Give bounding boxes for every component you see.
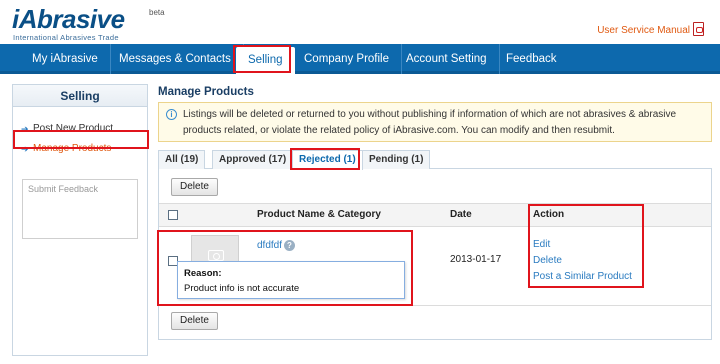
product-tabs: All (19) Approved (17) Rejected (1) Pend… (158, 150, 712, 170)
user-service-manual-link[interactable]: User Service Manual (597, 25, 690, 36)
sidebar-item-label: Post New Product (33, 123, 114, 134)
submit-feedback-box[interactable]: Submit Feedback (22, 179, 138, 239)
rejection-reason-tooltip: Reason: Product info is not accurate (177, 261, 405, 299)
reason-text: Product info is not accurate (184, 283, 300, 294)
notice-banner: i Listings will be deleted or returned t… (158, 102, 712, 142)
edit-link[interactable]: Edit (533, 239, 550, 250)
nav-company-profile[interactable]: Company Profile (292, 44, 403, 74)
sidebar-item-manage-products[interactable]: ➔ Manage Products (13, 139, 147, 159)
nav-my-iabrasive[interactable]: My iAbrasive (20, 44, 111, 74)
help-icon[interactable]: ? (284, 240, 295, 251)
product-name-link[interactable]: dfdfdf (257, 240, 282, 251)
post-similar-product-link[interactable]: Post a Similar Product (533, 271, 632, 282)
sidebar: Selling ➔ Post New Product ➔ Manage Prod… (12, 84, 148, 356)
arrow-right-icon: ➔ (21, 144, 29, 154)
camera-icon (208, 250, 224, 261)
product-date: 2013-01-17 (450, 254, 502, 265)
tab-rejected[interactable]: Rejected (1) (292, 150, 363, 170)
col-product-name: Product Name & Category (257, 209, 381, 220)
tab-pending[interactable]: Pending (1) (362, 150, 431, 169)
products-panel: Delete Product Name & Category Date Acti… (158, 169, 712, 340)
pdf-icon[interactable] (693, 22, 704, 36)
col-action: Action (533, 209, 565, 220)
nav-messages-contacts[interactable]: Messages & Contacts (107, 44, 244, 74)
info-icon: i (166, 109, 177, 120)
nav-selling[interactable]: Selling (236, 47, 295, 74)
delete-link[interactable]: Delete (533, 255, 562, 266)
select-all-checkbox[interactable] (168, 210, 178, 220)
page-title: Manage Products (158, 86, 254, 98)
tab-approved[interactable]: Approved (17) (212, 150, 294, 169)
site-logo[interactable]: iAbrasive beta International Abrasives T… (12, 4, 182, 42)
nav-feedback[interactable]: Feedback (494, 44, 569, 74)
sidebar-item-post-new-product[interactable]: ➔ Post New Product (13, 119, 147, 139)
sidebar-title: Selling (13, 85, 147, 107)
col-date: Date (450, 209, 472, 220)
table-header: Product Name & Category Date Action (159, 203, 711, 227)
notice-text: Listings will be deleted or returned to … (183, 109, 677, 136)
reason-label: Reason: (184, 268, 222, 279)
beta-badge: beta (149, 8, 165, 17)
delete-button-top[interactable]: Delete (171, 178, 218, 196)
table-row: dfdfdf ? 2013-01-17 Edit Delete Post a S… (159, 228, 711, 306)
logo-tagline: International Abrasives Trade (13, 33, 119, 42)
delete-button-bottom[interactable]: Delete (171, 312, 218, 330)
tab-all[interactable]: All (19) (158, 150, 206, 169)
main-nav: My iAbrasive Messages & Contacts Selling… (0, 44, 720, 74)
sidebar-item-label: Manage Products (33, 143, 112, 154)
arrow-right-icon: ➔ (21, 124, 29, 134)
logo-wordmark: iAbrasive (12, 4, 125, 34)
nav-account-setting[interactable]: Account Setting (394, 44, 500, 74)
